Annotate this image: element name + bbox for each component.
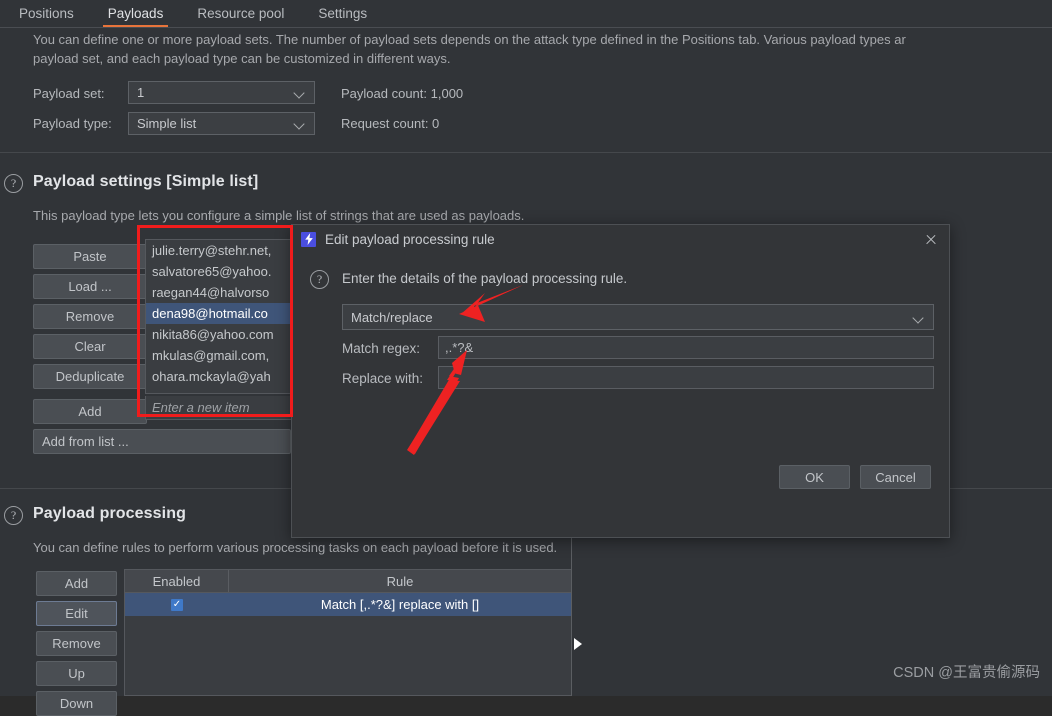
payload-processing-title: Payload processing (33, 505, 186, 522)
bolt-icon (301, 231, 316, 247)
payload-type-label: Payload type: (33, 116, 112, 131)
paste-button[interactable]: Paste (33, 244, 147, 269)
processing-down-button[interactable]: Down (36, 691, 117, 716)
chevron-down-icon (912, 311, 925, 324)
section-divider-1 (0, 152, 1052, 153)
rule-type-dropdown[interactable]: Match/replace (342, 304, 934, 330)
chevron-down-icon (293, 117, 306, 130)
burp-intruder-window: Positions Payloads Resource pool Setting… (0, 0, 1052, 716)
rule-text-cell: Match [,.*?&] replace with [] (320, 597, 480, 612)
column-header-rule[interactable]: Rule (229, 570, 571, 592)
payload-settings-title: Payload settings [Simple list] (33, 173, 259, 190)
match-regex-label: Match regex: (342, 341, 421, 356)
payload-set-dropdown[interactable]: 1 (128, 81, 315, 104)
table-header-row: Enabled Rule (125, 570, 571, 593)
processing-remove-button[interactable]: Remove (36, 631, 117, 656)
help-icon[interactable]: ? (4, 174, 23, 193)
dialog-ok-button[interactable]: OK (779, 465, 850, 489)
tab-positions[interactable]: Positions (2, 2, 91, 27)
column-header-enabled[interactable]: Enabled (125, 570, 229, 592)
payload-sets-description-line1: You can define one or more payload sets.… (33, 32, 906, 47)
load-button[interactable]: Load ... (33, 274, 147, 299)
replace-with-input[interactable] (438, 366, 934, 389)
payload-count-label: Payload count: 1,000 (341, 86, 464, 101)
dialog-title: Edit payload processing rule (325, 231, 495, 247)
edit-payload-processing-rule-dialog: Edit payload processing rule ? Enter the… (291, 224, 950, 538)
processing-edit-button[interactable]: Edit (36, 601, 117, 626)
payload-type-value: Simple list (137, 116, 197, 131)
chevron-down-icon (293, 86, 306, 99)
dialog-instruction: Enter the details of the payload process… (342, 271, 628, 286)
close-icon[interactable] (921, 229, 941, 249)
tab-settings[interactable]: Settings (301, 2, 384, 27)
dialog-title-bar: Edit payload processing rule (292, 225, 949, 253)
deduplicate-button[interactable]: Deduplicate (33, 364, 147, 389)
add-from-list-button[interactable]: Add from list ... (33, 429, 291, 454)
match-regex-input[interactable]: ,.*?& (438, 336, 934, 359)
tab-resource-pool[interactable]: Resource pool (180, 2, 301, 27)
processing-add-button[interactable]: Add (36, 571, 117, 596)
tab-payloads[interactable]: Payloads (91, 2, 181, 27)
add-payload-button[interactable]: Add (33, 399, 147, 424)
help-icon[interactable]: ? (4, 506, 23, 525)
intruder-tab-bar: Positions Payloads Resource pool Setting… (0, 0, 1052, 28)
watermark-text: CSDN @王富贵偷源码 (893, 665, 1040, 681)
payload-set-label: Payload set: (33, 86, 105, 101)
dialog-cancel-button[interactable]: Cancel (860, 465, 931, 489)
payload-type-dropdown[interactable]: Simple list (128, 112, 315, 135)
payload-set-value: 1 (137, 85, 145, 100)
rule-enabled-cell[interactable]: ✓ (125, 593, 229, 616)
replace-with-label: Replace with: (342, 371, 424, 386)
payload-sets-description-line2: payload set, and each payload type can b… (33, 51, 451, 66)
table-row[interactable]: ✓ Match [,.*?&] replace with [] (125, 593, 571, 616)
request-count-label: Request count: 0 (341, 116, 440, 131)
processing-up-button[interactable]: Up (36, 661, 117, 686)
rule-type-value: Match/replace (351, 309, 433, 325)
dialog-help-icon[interactable]: ? (310, 270, 329, 289)
payload-processing-description: You can define rules to perform various … (33, 540, 558, 555)
clear-button[interactable]: Clear (33, 334, 147, 359)
checkbox-checked-icon[interactable]: ✓ (171, 598, 183, 611)
processing-rules-table[interactable]: Enabled Rule ✓ Match [,.*?&] replace wit… (124, 569, 572, 696)
splitter-expand-icon[interactable] (574, 638, 582, 650)
payload-settings-description: This payload type lets you configure a s… (33, 208, 525, 223)
remove-button[interactable]: Remove (33, 304, 147, 329)
